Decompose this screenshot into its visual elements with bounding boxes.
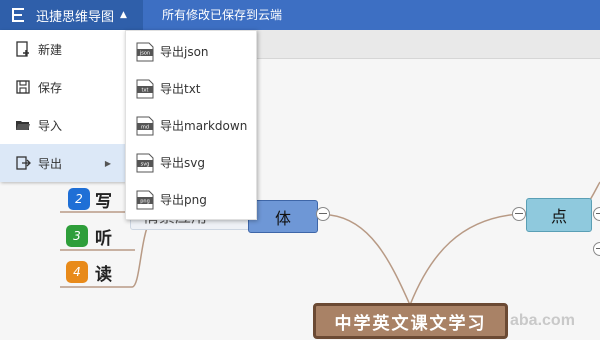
left-main-topic[interactable]: 体 [248,200,318,233]
menu-item-new[interactable]: 新建 [0,30,125,68]
menu-item-save[interactable]: 保存 [0,68,125,106]
priority-3-icon: 3 [66,225,88,247]
svg-file-icon: svg [136,153,154,172]
markdown-file-icon: md [136,116,154,135]
export-svg-item[interactable]: svg 导出svg [126,144,256,181]
svg-text:txt: txt [142,87,149,93]
collapse-toggle-left[interactable] [316,207,330,221]
export-txt-item[interactable]: txt 导出txt [126,70,256,107]
png-file-icon: png [136,190,154,209]
menu-item-import[interactable]: 导入 [0,106,125,144]
export-json-item[interactable]: json 导出json [126,33,256,70]
svg-text:md: md [141,124,149,130]
menu-item-export[interactable]: 导出 ▶ [0,144,125,182]
export-submenu: json 导出json txt 导出txt md 导出markdown svg … [125,30,257,220]
txt-file-icon: txt [136,79,154,98]
file-menu: 新建 保存 导入 导出 ▶ [0,30,125,182]
collapse-toggle-far-right-2[interactable] [593,242,600,256]
root-topic[interactable]: 中学英文课文学习 [313,303,508,339]
submenu-arrow-icon: ▶ [104,158,111,168]
left-item-listen[interactable]: 听 [95,224,112,249]
watermark: aba.com [510,312,575,329]
left-item-write[interactable]: 写 [95,187,112,212]
svg-text:svg: svg [141,161,150,167]
priority-2-icon: 2 [68,188,90,210]
export-markdown-item[interactable]: md 导出markdown [126,107,256,144]
new-file-icon [14,40,32,58]
svg-text:json: json [139,50,150,56]
left-item-read[interactable]: 读 [95,260,112,285]
folder-open-icon [14,116,32,134]
collapse-toggle-right[interactable] [512,207,526,221]
export-icon [14,154,32,172]
json-file-icon: json [136,42,154,61]
save-icon [14,78,32,96]
right-main-topic[interactable]: 点 [526,198,592,232]
priority-4-icon: 4 [66,261,88,283]
svg-text:png: png [140,198,150,204]
export-png-item[interactable]: png 导出png [126,181,256,218]
collapse-toggle-far-right[interactable] [593,207,600,221]
